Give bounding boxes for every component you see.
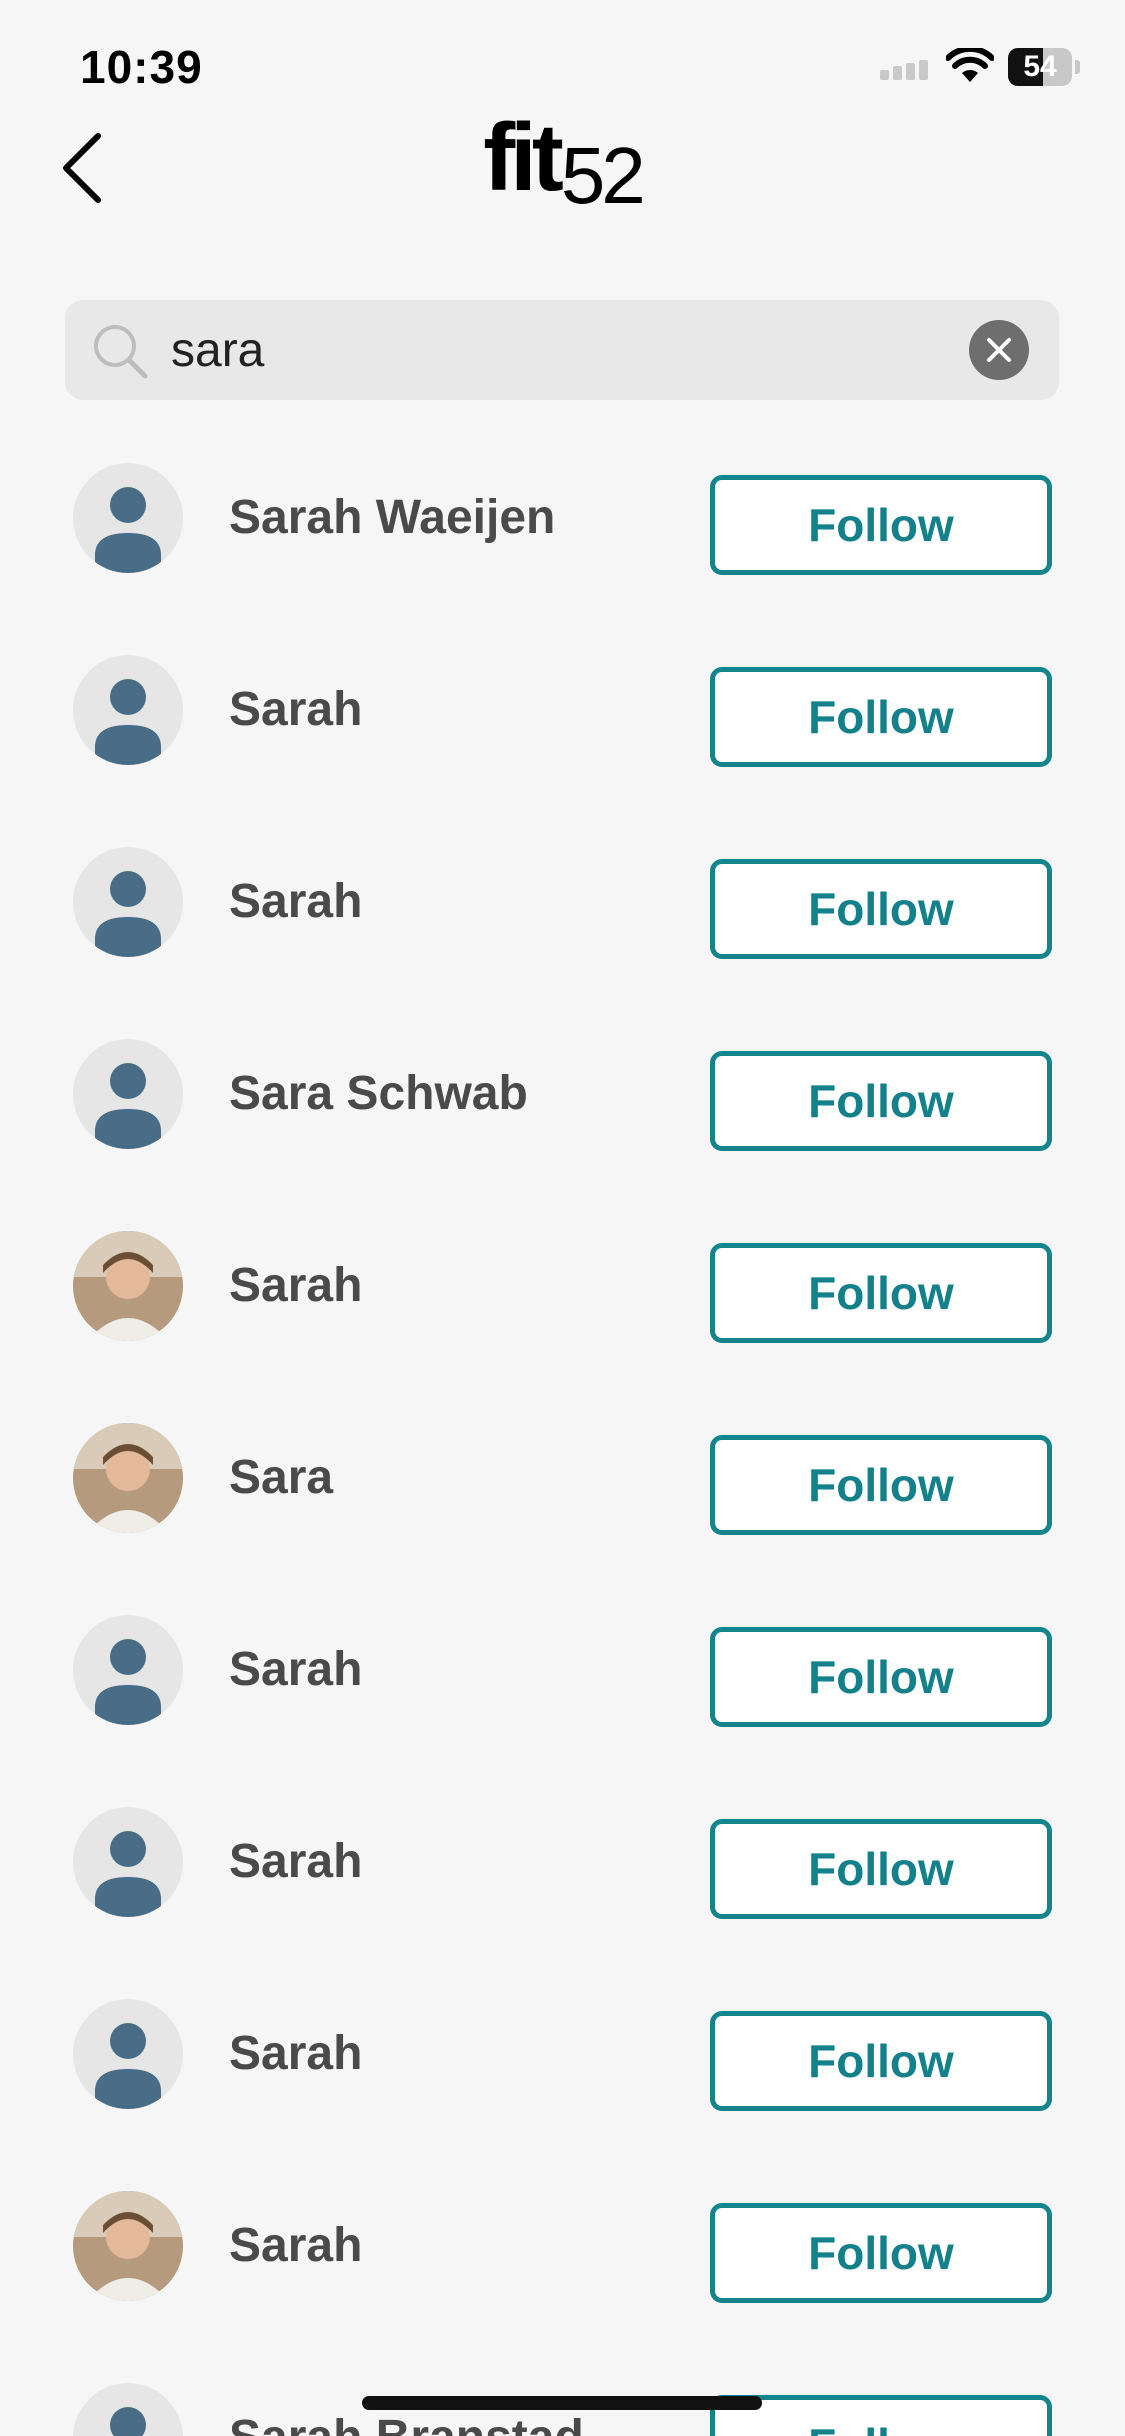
battery-icon: 54 xyxy=(1008,48,1080,86)
follow-button[interactable]: Follow xyxy=(710,2011,1052,2111)
user-row[interactable]: Sara Follow xyxy=(0,1395,1125,1587)
user-icon xyxy=(95,1063,161,1149)
search-results-list[interactable]: Sarah Waeijen Follow Sarah Follow Sarah … xyxy=(0,435,1125,2436)
user-row[interactable]: Sarah Follow xyxy=(0,1587,1125,1779)
avatar-placeholder[interactable] xyxy=(73,2383,183,2436)
avatar-placeholder[interactable] xyxy=(73,1999,183,2109)
avatar-placeholder[interactable] xyxy=(73,847,183,957)
logo-number: 52 xyxy=(560,131,646,220)
user-icon xyxy=(110,2407,146,2436)
user-name[interactable]: Sarah xyxy=(229,874,362,929)
user-icon xyxy=(95,487,161,573)
user-icon xyxy=(95,1831,161,1917)
avatar-placeholder[interactable] xyxy=(73,1615,183,1725)
user-name[interactable]: Sarah xyxy=(229,2218,362,2273)
clear-search-button[interactable] xyxy=(969,320,1029,380)
home-indicator xyxy=(362,2396,762,2410)
user-name[interactable]: Sarah Waeijen xyxy=(229,490,555,545)
avatar-photo[interactable] xyxy=(73,1423,183,1533)
avatar-placeholder[interactable] xyxy=(73,655,183,765)
brand-logo: fit52 xyxy=(0,110,1125,220)
follow-button[interactable]: Follow xyxy=(710,1435,1052,1535)
user-name[interactable]: Sara Schwab xyxy=(229,1066,528,1121)
battery-level: 54 xyxy=(1023,50,1057,83)
user-name[interactable]: Sarah xyxy=(229,682,362,737)
user-name[interactable]: Sara xyxy=(229,1450,333,1505)
cellular-signal-icon xyxy=(880,60,928,80)
follow-button[interactable]: Follow xyxy=(710,1243,1052,1343)
follow-button[interactable]: Follow xyxy=(710,1051,1052,1151)
avatar-photo[interactable] xyxy=(73,2191,183,2301)
user-row[interactable]: Sarah Follow xyxy=(0,819,1125,1011)
user-row[interactable]: Sarah Follow xyxy=(0,1779,1125,1971)
follow-button[interactable]: Follow xyxy=(710,2203,1052,2303)
user-name[interactable]: Sarah xyxy=(229,2026,362,2081)
avatar-placeholder[interactable] xyxy=(73,463,183,573)
search-input[interactable] xyxy=(171,300,971,400)
user-icon xyxy=(95,871,161,957)
follow-button[interactable]: Follow xyxy=(710,859,1052,959)
avatar-placeholder[interactable] xyxy=(73,1807,183,1917)
user-name[interactable]: Sarah xyxy=(229,1258,362,1313)
status-time: 10:39 xyxy=(80,41,203,93)
user-icon xyxy=(95,679,161,765)
follow-button[interactable]: Follow xyxy=(710,1819,1052,1919)
follow-button[interactable]: Follow xyxy=(710,475,1052,575)
user-row[interactable]: Sarah Follow xyxy=(0,2163,1125,2355)
wifi-icon xyxy=(946,48,994,82)
search-icon xyxy=(94,325,148,379)
search-bar[interactable] xyxy=(65,300,1059,400)
close-icon xyxy=(987,338,1011,362)
user-name[interactable]: Sarah Branstad xyxy=(229,2410,584,2436)
user-name[interactable]: Sarah xyxy=(229,1834,362,1889)
follow-button[interactable]: Follow xyxy=(710,667,1052,767)
user-icon xyxy=(95,1639,161,1725)
user-row[interactable]: Sarah Follow xyxy=(0,1971,1125,2163)
user-row[interactable]: Sarah Waeijen Follow xyxy=(0,435,1125,627)
user-row[interactable]: Sarah Follow xyxy=(0,627,1125,819)
user-row[interactable]: Sara Schwab Follow xyxy=(0,1011,1125,1203)
follow-button[interactable]: Follow xyxy=(710,1627,1052,1727)
user-name[interactable]: Sarah xyxy=(229,1642,362,1697)
avatar-placeholder[interactable] xyxy=(73,1039,183,1149)
user-icon xyxy=(95,2023,161,2109)
avatar-photo[interactable] xyxy=(73,1231,183,1341)
logo-wordmark: fit xyxy=(483,104,564,211)
user-row[interactable]: Sarah Follow xyxy=(0,1203,1125,1395)
